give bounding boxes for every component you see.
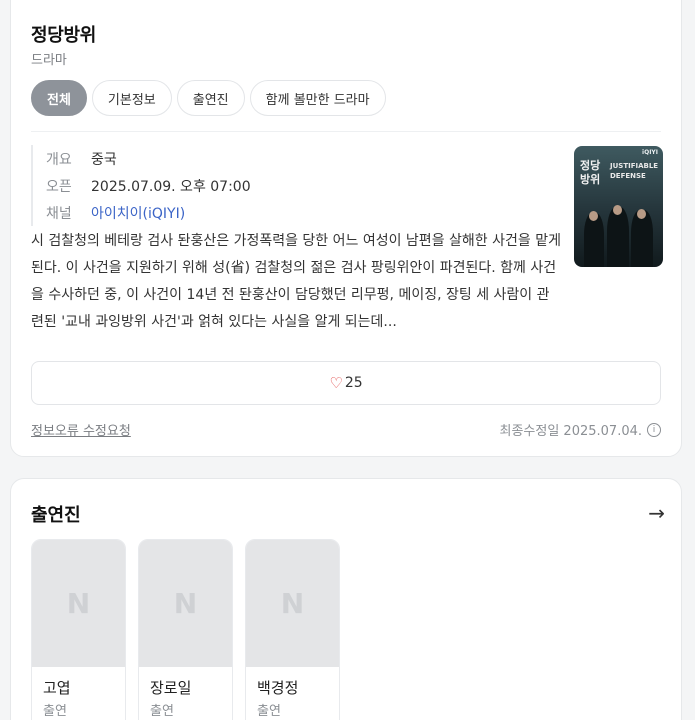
- like-count: 25: [344, 375, 363, 391]
- poster-brand: iQIYI: [642, 149, 658, 156]
- cast-list: N 고엽 출연 N 장로일 출연 N 백경정 출연: [31, 539, 340, 720]
- meta-row-channel: 채널 아이치이(iQIYI): [46, 199, 251, 226]
- synopsis-text: 시 검찰청의 베테랑 검사 돤훙산은 가정폭력을 당한 어느 여성이 남편을 살…: [31, 233, 561, 330]
- meta-row-overview: 개요 중국: [46, 145, 251, 172]
- poster-figure-head: [589, 211, 598, 221]
- arrow-right-icon[interactable]: →: [648, 501, 665, 525]
- poster-english-title: JUSTIFIABLE DEFENSE: [610, 161, 658, 181]
- like-button[interactable]: ♡ 25: [31, 361, 661, 405]
- meta-key: 오픈: [46, 178, 72, 195]
- tab-bar: 전체 기본정보 출연진 함께 볼만한 드라마: [31, 80, 386, 116]
- cast-member-card[interactable]: N 장로일 출연: [138, 539, 233, 720]
- heart-icon: ♡: [329, 374, 343, 392]
- cast-name: 장로일: [150, 679, 192, 697]
- poster-image[interactable]: iQIYI 정당 방위 JUSTIFIABLE DEFENSE: [574, 146, 663, 267]
- cast-member-card[interactable]: N 백경정 출연: [245, 539, 340, 720]
- tab-cast[interactable]: 출연진: [176, 80, 245, 116]
- page-title: 정당방위: [31, 25, 97, 46]
- cast-card-section: 출연진 → N 고엽 출연 N 장로일 출연 N 백경정 출연: [10, 478, 682, 720]
- channel-link[interactable]: 아이치이(iQIYI): [91, 203, 185, 223]
- placeholder-n-icon: N: [66, 587, 91, 620]
- poster-title-line: 정당: [580, 159, 601, 172]
- cast-name: 고엽: [43, 679, 71, 697]
- poster-figures: [584, 201, 653, 267]
- cast-role: 출연: [257, 704, 281, 719]
- tab-all[interactable]: 전체: [31, 80, 87, 116]
- last-updated-text: 최종수정일 2025.07.04.: [499, 424, 643, 439]
- category-label: 드라마: [31, 53, 67, 68]
- poster-figure-head: [637, 209, 646, 219]
- last-updated: 최종수정일 2025.07.04. i: [499, 420, 661, 439]
- cast-member-card[interactable]: N 고엽 출연: [31, 539, 126, 720]
- poster-figure: [607, 207, 629, 267]
- cast-name: 백경정: [257, 679, 299, 697]
- meta-list: 개요 중국 오픈 2025.07.09. 오후 07:00 채널 아이치이(iQ…: [31, 145, 251, 226]
- meta-key: 개요: [46, 151, 72, 168]
- meta-value: 중국: [91, 151, 117, 168]
- poster-figure: [584, 213, 604, 267]
- avatar: N: [246, 540, 339, 667]
- poster-figure-head: [613, 205, 622, 215]
- divider: [31, 131, 661, 132]
- cast-role: 출연: [150, 704, 174, 719]
- poster-en-line: DEFENSE: [610, 172, 646, 180]
- placeholder-n-icon: N: [173, 587, 198, 620]
- tab-basic-info[interactable]: 기본정보: [91, 80, 172, 116]
- placeholder-n-icon: N: [280, 587, 305, 620]
- section-title: 출연진: [31, 505, 81, 526]
- poster-en-line: JUSTIFIABLE: [610, 162, 659, 170]
- tab-related-dramas[interactable]: 함께 볼만한 드라마: [249, 80, 386, 116]
- avatar: N: [32, 540, 125, 667]
- meta-row-open: 오픈 2025.07.09. 오후 07:00: [46, 172, 251, 199]
- info-icon[interactable]: i: [647, 422, 661, 437]
- cast-role: 출연: [43, 704, 67, 719]
- poster-title: 정당 방위: [580, 159, 600, 187]
- avatar: N: [139, 540, 232, 667]
- drama-info-card: 정당방위 드라마 전체 기본정보 출연진 함께 볼만한 드라마 개요 중국 오픈…: [10, 0, 682, 457]
- report-error-link[interactable]: 정보오류 수정요청: [31, 420, 131, 439]
- poster-title-line: 방위: [580, 173, 601, 186]
- meta-key: 채널: [46, 205, 72, 222]
- meta-value: 2025.07.09. 오후 07:00: [91, 178, 251, 195]
